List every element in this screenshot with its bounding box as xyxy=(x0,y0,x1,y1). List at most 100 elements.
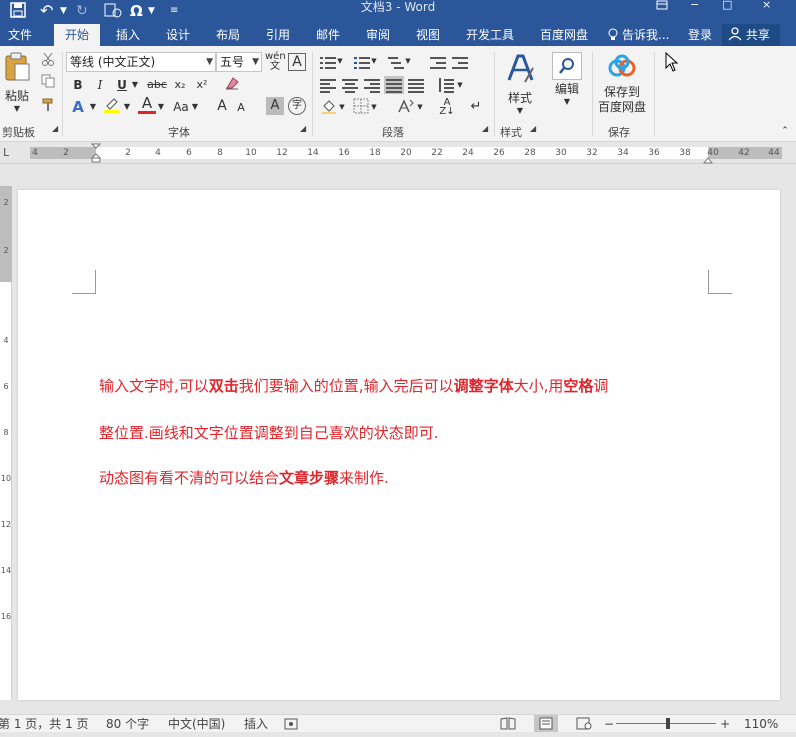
tab-design[interactable]: 设计 xyxy=(156,24,200,46)
web-layout-icon[interactable] xyxy=(576,717,592,735)
save-to-baidu-button[interactable]: 保存到 百度网盘 xyxy=(594,54,650,120)
styles-button[interactable]: 样式 ▼ xyxy=(500,52,540,120)
copy-icon[interactable] xyxy=(40,74,56,93)
subscript-button[interactable]: x₂ xyxy=(172,76,188,94)
sort-icon[interactable]: A Z↓ xyxy=(438,98,456,117)
italic-button[interactable]: I xyxy=(92,76,108,94)
horizontal-ruler[interactable]: L 4 2 2 4 6 8 10 12 14 16 18 20 22 24 26… xyxy=(0,142,796,164)
text-effects-icon[interactable]: A xyxy=(70,98,86,116)
maximize-icon[interactable]: □ xyxy=(722,0,732,14)
grow-font-button[interactable]: A xyxy=(214,97,230,115)
vertical-ruler[interactable]: 2 2 4 6 8 10 12 14 16 xyxy=(0,186,12,700)
tab-baidu-netdisk[interactable]: 百度网盘 xyxy=(532,24,596,46)
numbering-icon[interactable] xyxy=(354,56,370,70)
word-count[interactable]: 80 个字 xyxy=(106,715,149,733)
underline-button[interactable]: U xyxy=(114,76,130,94)
multilevel-dropdown-icon[interactable]: ▼ xyxy=(404,52,412,70)
zoom-in-button[interactable]: + xyxy=(720,715,730,733)
format-painter-icon[interactable] xyxy=(40,98,56,117)
change-case-button[interactable]: Aa xyxy=(170,98,192,116)
font-color-button[interactable]: A xyxy=(138,95,156,114)
line-spacing-dropdown-icon[interactable]: ▼ xyxy=(456,76,464,94)
line-spacing-icon[interactable] xyxy=(438,78,454,93)
distributed-icon[interactable] xyxy=(408,78,424,93)
language-indicator[interactable]: 中文(中国) xyxy=(168,715,225,733)
change-case-dropdown-icon[interactable]: ▼ xyxy=(190,98,200,116)
bold-button[interactable]: B xyxy=(70,76,86,94)
paste-button[interactable]: 粘贴 ▼ xyxy=(2,52,32,122)
underline-dropdown-icon[interactable]: ▼ xyxy=(130,76,140,94)
bullets-dropdown-icon[interactable]: ▼ xyxy=(336,52,344,70)
editing-button[interactable]: 编辑 ▼ xyxy=(548,52,586,120)
tell-me-search[interactable]: 告诉我... xyxy=(622,24,678,46)
justify-icon[interactable] xyxy=(384,76,404,94)
char-border-icon[interactable]: A xyxy=(288,53,306,71)
shrink-font-button[interactable]: A xyxy=(234,99,248,117)
right-indent-marker[interactable] xyxy=(702,153,714,167)
page-count[interactable]: 第 1 页，共 1 页 xyxy=(0,715,89,733)
numbering-dropdown-icon[interactable]: ▼ xyxy=(370,52,378,70)
align-right-icon[interactable] xyxy=(364,78,380,93)
superscript-button[interactable]: x² xyxy=(194,76,210,94)
document-page[interactable]: 输入文字时,可以双击我们要输入的位置,输入完后可以调整字体大小,用空格调 整位置… xyxy=(18,190,780,700)
close-icon[interactable]: × xyxy=(762,0,771,14)
clipboard-launcher-icon[interactable]: ◢ xyxy=(52,124,58,133)
tab-file[interactable]: 文件 xyxy=(0,24,40,46)
text-effects-dropdown-icon[interactable]: ▼ xyxy=(88,98,98,116)
phonetic-guide-icon[interactable]: wén 文 xyxy=(265,52,286,72)
chinese-layout-dropdown-icon[interactable]: ▼ xyxy=(416,98,424,116)
paragraph-line-2[interactable]: 整位置.画线和文字位置调整到自己喜欢的状态即可. xyxy=(99,423,439,443)
minimize-icon[interactable]: − xyxy=(690,0,699,14)
shading-icon[interactable] xyxy=(320,98,338,119)
font-size-combo[interactable]: 五号 ▼ xyxy=(216,52,262,72)
tab-insert[interactable]: 插入 xyxy=(106,24,150,46)
share-button[interactable]: 共享 xyxy=(722,24,780,46)
paragraph-launcher-icon[interactable]: ◢ xyxy=(482,124,488,133)
macro-record-icon[interactable] xyxy=(284,717,298,735)
show-marks-icon[interactable]: ↵ xyxy=(468,98,484,116)
zoom-out-button[interactable]: − xyxy=(604,715,614,733)
increase-indent-icon[interactable] xyxy=(452,56,468,70)
paragraph-line-3[interactable]: 动态图有看不清的可以结合文章步骤来制作. xyxy=(99,468,389,488)
strikethrough-button[interactable]: abc xyxy=(146,76,168,94)
font-color-dropdown-icon[interactable]: ▼ xyxy=(156,98,166,116)
font-name-combo[interactable]: 等线 (中文正文) ▼ xyxy=(66,52,216,72)
enclose-chars-button[interactable]: 字 xyxy=(288,97,306,115)
tab-view[interactable]: 视图 xyxy=(406,24,450,46)
highlight-icon[interactable] xyxy=(102,96,122,119)
borders-icon[interactable] xyxy=(352,98,370,119)
styles-launcher-icon[interactable]: ◢ xyxy=(530,124,536,133)
tab-mailings[interactable]: 邮件 xyxy=(306,24,350,46)
insert-mode[interactable]: 插入 xyxy=(244,715,268,733)
tab-home[interactable]: 开始 xyxy=(54,24,100,46)
cut-icon[interactable] xyxy=(40,52,56,71)
chinese-layout-icon[interactable] xyxy=(396,98,416,119)
ruler-number: 4 xyxy=(32,148,38,158)
collapse-ribbon-icon[interactable]: ⌃ xyxy=(778,122,792,140)
ribbon-display-icon[interactable] xyxy=(656,0,668,14)
print-layout-icon[interactable] xyxy=(534,715,558,732)
first-line-indent-marker[interactable] xyxy=(90,143,102,166)
zoom-slider-thumb[interactable] xyxy=(666,718,670,729)
read-mode-icon[interactable] xyxy=(500,717,516,735)
align-left-icon[interactable] xyxy=(320,78,336,93)
tab-review[interactable]: 审阅 xyxy=(356,24,400,46)
borders-dropdown-icon[interactable]: ▼ xyxy=(370,98,378,116)
decrease-indent-icon[interactable] xyxy=(430,56,446,70)
multilevel-list-icon[interactable] xyxy=(388,56,404,70)
align-center-icon[interactable] xyxy=(342,78,358,93)
font-launcher-icon[interactable]: ◢ xyxy=(300,124,306,133)
ruler-number: 10 xyxy=(245,148,257,158)
highlight-dropdown-icon[interactable]: ▼ xyxy=(122,98,132,116)
clear-formatting-icon[interactable] xyxy=(222,76,242,95)
tab-layout[interactable]: 布局 xyxy=(206,24,250,46)
tab-references[interactable]: 引用 xyxy=(256,24,300,46)
zoom-level[interactable]: 110% xyxy=(744,715,778,733)
char-shading-button[interactable]: A xyxy=(266,97,284,115)
shading-dropdown-icon[interactable]: ▼ xyxy=(338,98,346,116)
sign-in-link[interactable]: 登录 xyxy=(682,24,718,46)
paragraph-line-1[interactable]: 输入文字时,可以双击我们要输入的位置,输入完后可以调整字体大小,用空格调 xyxy=(99,376,608,396)
bullets-icon[interactable] xyxy=(320,56,336,70)
tab-developer[interactable]: 开发工具 xyxy=(458,24,522,46)
tab-stop-selector-icon[interactable]: L xyxy=(3,146,9,159)
